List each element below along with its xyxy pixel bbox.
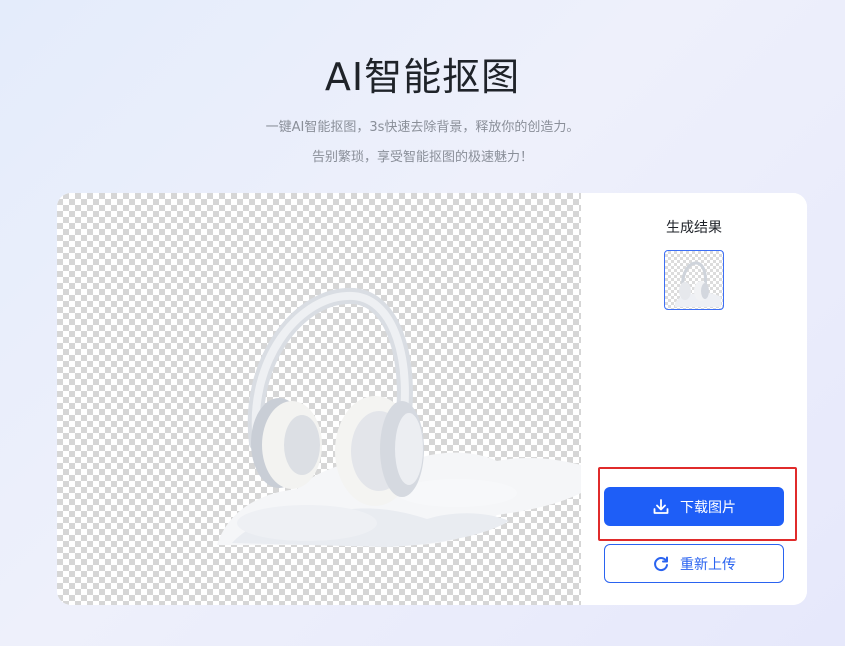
download-icon (652, 498, 670, 516)
refresh-icon (652, 555, 670, 573)
cutout-preview-canvas (57, 193, 581, 605)
download-button-label: 下载图片 (680, 499, 736, 516)
download-image-button[interactable]: 下载图片 (604, 487, 784, 526)
page-subtitle-line2: 告别繁琐，享受智能抠图的极速魅力！ (311, 150, 533, 165)
reupload-button-label: 重新上传 (680, 556, 736, 573)
reupload-button[interactable]: 重新上传 (604, 544, 784, 583)
headphones-thumbnail-icon (675, 261, 721, 307)
page-subtitle-line1: 一键AI智能抠图，3s快速去除背景，释放你的创造力。 (265, 120, 580, 135)
result-thumbnail[interactable] (664, 250, 724, 310)
result-panel-title: 生成结果 (666, 220, 722, 236)
page-title: AI智能抠图 (324, 55, 521, 99)
headphones-cutout-image (217, 288, 581, 547)
